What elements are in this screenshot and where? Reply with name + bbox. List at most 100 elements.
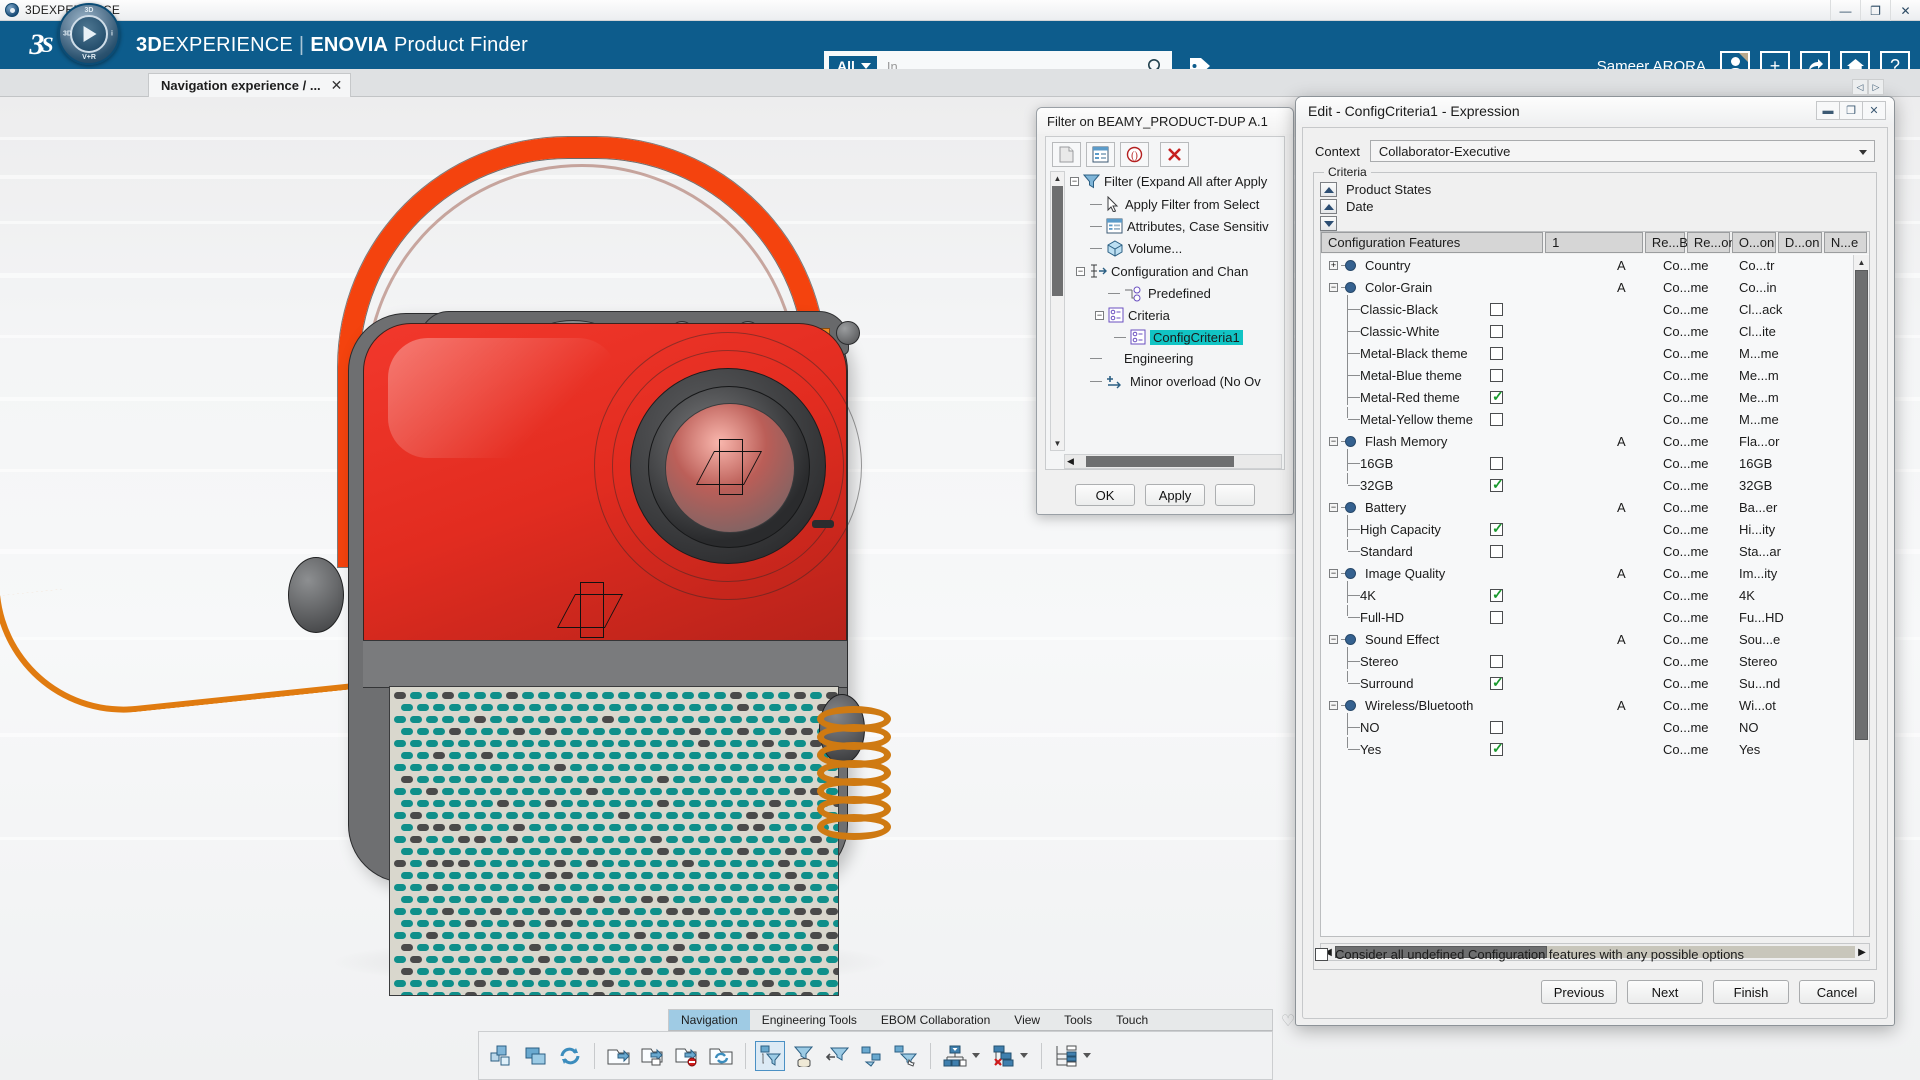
filter-select-icon[interactable] bbox=[857, 1041, 887, 1071]
col-option[interactable]: O...on bbox=[1732, 232, 1776, 253]
tree-node-minor-overload[interactable]: Minor overload (No Ov bbox=[1090, 373, 1261, 389]
spinner-up-icon[interactable] bbox=[1320, 182, 1337, 197]
col-one[interactable]: 1 bbox=[1545, 232, 1643, 253]
refresh-icon[interactable] bbox=[555, 1041, 585, 1071]
tab-engineering-tools[interactable]: Engineering Tools bbox=[750, 1010, 869, 1030]
chevron-down-icon[interactable] bbox=[1020, 1053, 1028, 1058]
chevron-down-icon[interactable] bbox=[1083, 1053, 1091, 1058]
criteria-spinner-down-row[interactable] bbox=[1320, 215, 1570, 232]
tab-touch[interactable]: Touch bbox=[1104, 1010, 1160, 1030]
tab-navigation[interactable]: Navigation bbox=[669, 1010, 750, 1030]
tree-node-filter[interactable]: − Filter (Expand All after Apply bbox=[1070, 174, 1267, 189]
criteria-item-date[interactable]: Date bbox=[1320, 198, 1570, 215]
table-row[interactable]: 4K Co...me 4K bbox=[1321, 585, 1853, 607]
expander-icon[interactable]: − bbox=[1329, 283, 1338, 292]
tree-node-attributes[interactable]: Attributes, Case Sensitiv bbox=[1090, 218, 1269, 234]
previous-button[interactable]: Previous bbox=[1541, 980, 1617, 1004]
row-checkbox[interactable] bbox=[1490, 523, 1503, 536]
table-row[interactable]: − Image Quality A Co...me Im...ity bbox=[1321, 563, 1853, 585]
col-revision[interactable]: Re...on bbox=[1687, 232, 1730, 253]
expand-tree-icon[interactable] bbox=[940, 1041, 970, 1071]
row-checkbox[interactable] bbox=[1490, 611, 1503, 624]
filter-tree-hscrollbar[interactable]: ◀ bbox=[1064, 454, 1282, 469]
row-checkbox[interactable] bbox=[1490, 303, 1503, 316]
assembly-icon[interactable] bbox=[487, 1041, 517, 1071]
open-multi-icon[interactable] bbox=[638, 1041, 668, 1071]
tree-node-apply-filter-from-selection[interactable]: Apply Filter from Select bbox=[1090, 196, 1259, 212]
minimize-button[interactable]: — bbox=[1830, 0, 1860, 21]
col-configuration-features[interactable]: Configuration Features bbox=[1321, 232, 1543, 253]
undefined-features-row[interactable]: Consider all undefined Configuration fea… bbox=[1315, 947, 1744, 962]
filter-tree-icon[interactable] bbox=[755, 1041, 785, 1071]
table-row[interactable]: High Capacity Co...me Hi...ity bbox=[1321, 519, 1853, 541]
new-filter-button[interactable] bbox=[1052, 142, 1081, 167]
expression-dialog[interactable]: ◁ ▷ Edit - ConfigCriteria1 - Expression … bbox=[1295, 96, 1895, 1026]
filter-apply-icon[interactable] bbox=[823, 1041, 853, 1071]
table-row[interactable]: Standard Co...me Sta...ar bbox=[1321, 541, 1853, 563]
table-row[interactable]: Surround Co...me Su...nd bbox=[1321, 673, 1853, 695]
table-row[interactable]: Metal-Black theme Co...me M...me bbox=[1321, 343, 1853, 365]
row-checkbox[interactable] bbox=[1490, 325, 1503, 338]
row-checkbox[interactable] bbox=[1490, 457, 1503, 470]
3d-model-camera[interactable] bbox=[300, 137, 920, 927]
spinner-down-icon[interactable] bbox=[1320, 216, 1337, 231]
scroll-thumb[interactable] bbox=[1855, 270, 1868, 740]
grid-rows[interactable]: + Country A Co...me Co...tr − Color-Grain A Co..… bbox=[1321, 255, 1853, 936]
table-row[interactable]: + Country A Co...me Co...tr bbox=[1321, 255, 1853, 277]
row-checkbox[interactable] bbox=[1490, 655, 1503, 668]
close-button[interactable] bbox=[1215, 484, 1255, 506]
expression-button[interactable]: () bbox=[1120, 142, 1149, 167]
restore-button[interactable]: ❐ bbox=[1860, 0, 1890, 21]
row-checkbox[interactable] bbox=[1490, 677, 1503, 690]
expander-icon[interactable]: − bbox=[1076, 267, 1085, 276]
compass-icon[interactable]: 3D V+R 3D i bbox=[58, 3, 120, 65]
scroll-down-arrow[interactable]: ▼ bbox=[1051, 437, 1064, 450]
expander-icon[interactable]: − bbox=[1329, 503, 1338, 512]
scroll-up-arrow[interactable]: ▲ bbox=[1051, 172, 1064, 185]
scroll-left-arrow[interactable]: ◀ bbox=[1067, 456, 1074, 467]
duplicate-icon[interactable] bbox=[521, 1041, 551, 1071]
apply-button[interactable]: Apply bbox=[1145, 484, 1205, 506]
scroll-thumb[interactable] bbox=[1086, 456, 1234, 467]
tree-node-engineering[interactable]: Engineering bbox=[1090, 351, 1193, 366]
table-row[interactable]: − Battery A Co...me Ba...er bbox=[1321, 497, 1853, 519]
close-icon[interactable]: ✕ bbox=[331, 77, 343, 94]
row-checkbox[interactable] bbox=[1490, 479, 1503, 492]
expander-icon[interactable]: − bbox=[1095, 311, 1104, 320]
nav-prev-button[interactable]: ◁ bbox=[1852, 79, 1868, 95]
expander-icon[interactable]: + bbox=[1329, 261, 1338, 270]
tree-structure-icon[interactable] bbox=[1051, 1041, 1081, 1071]
col-name[interactable]: N...e bbox=[1824, 232, 1867, 253]
table-row[interactable]: − Wireless/Bluetooth A Co...me Wi...ot bbox=[1321, 695, 1853, 717]
expander-icon[interactable]: − bbox=[1070, 177, 1079, 186]
table-row[interactable]: − Color-Grain A Co...me Co...in bbox=[1321, 277, 1853, 299]
chevron-down-icon[interactable] bbox=[972, 1053, 980, 1058]
table-row[interactable]: Classic-White Co...me Cl...ite bbox=[1321, 321, 1853, 343]
filter-manual-icon[interactable] bbox=[891, 1041, 921, 1071]
context-select[interactable]: Collaborator-Executive bbox=[1370, 140, 1875, 162]
tree-node-criteria[interactable]: − Criteria bbox=[1095, 307, 1170, 323]
finish-button[interactable]: Finish bbox=[1713, 980, 1789, 1004]
folder-sync-icon[interactable] bbox=[706, 1041, 736, 1071]
table-row[interactable]: Metal-Red theme Co...me Me...m bbox=[1321, 387, 1853, 409]
nav-next-button[interactable]: ▷ bbox=[1868, 79, 1884, 95]
tab-tools[interactable]: Tools bbox=[1052, 1010, 1104, 1030]
collapse-tree-icon[interactable] bbox=[988, 1041, 1018, 1071]
table-row[interactable]: 16GB Co...me 16GB bbox=[1321, 453, 1853, 475]
open-restricted-icon[interactable] bbox=[672, 1041, 702, 1071]
tree-node-predefined[interactable]: Predefined bbox=[1108, 285, 1211, 302]
row-checkbox[interactable] bbox=[1490, 369, 1503, 382]
table-row[interactable]: − Sound Effect A Co...me Sou...e bbox=[1321, 629, 1853, 651]
scroll-thumb[interactable] bbox=[1052, 186, 1063, 296]
scroll-up-arrow[interactable]: ▲ bbox=[1854, 255, 1869, 269]
expander-icon[interactable]: − bbox=[1329, 569, 1338, 578]
tree-node-configuration-and-change[interactable]: − Configuration and Chan bbox=[1076, 263, 1248, 279]
expander-icon[interactable]: − bbox=[1329, 635, 1338, 644]
tree-node-volume[interactable]: Volume... bbox=[1090, 240, 1182, 257]
table-row[interactable]: Metal-Yellow theme Co...me M...me bbox=[1321, 409, 1853, 431]
table-row[interactable]: 32GB Co...me 32GB bbox=[1321, 475, 1853, 497]
maximize-button[interactable]: ❐ bbox=[1839, 101, 1863, 120]
table-row[interactable]: Yes Co...me Yes bbox=[1321, 739, 1853, 761]
ok-button[interactable]: OK bbox=[1075, 484, 1135, 506]
tab-view[interactable]: View bbox=[1002, 1010, 1052, 1030]
